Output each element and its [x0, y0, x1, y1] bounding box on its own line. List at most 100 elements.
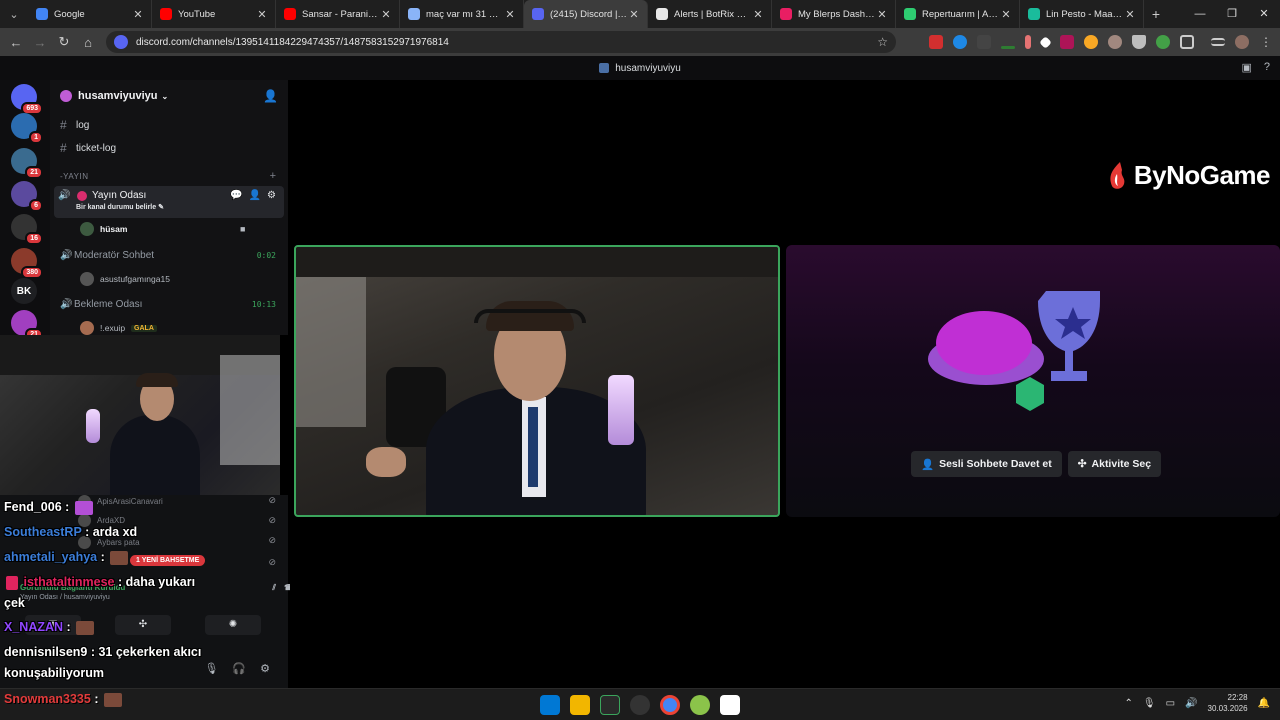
extension-icon[interactable] [1001, 45, 1015, 49]
close-icon[interactable]: ✕ [379, 8, 393, 21]
close-icon[interactable]: ✕ [875, 8, 889, 21]
guild-tag: GALA [131, 324, 157, 332]
category-label[interactable]: -YAYIN [60, 172, 88, 181]
network-icon[interactable]: ▭ [1166, 698, 1175, 709]
voice-channel-bekleme[interactable]: 🔊 Bekleme Odası 10:13 [50, 299, 288, 310]
microphone-icon[interactable]: 🎙 [204, 662, 218, 675]
microphone-tray-icon[interactable]: 🎙 [1143, 698, 1156, 709]
start-icon[interactable] [540, 695, 560, 715]
voice-user[interactable]: !.exuip GALA [80, 321, 157, 335]
gear-icon[interactable]: ⚙ [260, 662, 270, 675]
browser-tab[interactable]: Lin Pesto - Maazallah✕ [1020, 0, 1144, 28]
home-button[interactable]: ⌂ [76, 35, 100, 50]
soundboard-button[interactable]: ✺ [205, 615, 261, 635]
site-info-icon[interactable] [114, 35, 128, 49]
shield-extension-icon[interactable] [1132, 35, 1146, 49]
extension-icon[interactable] [1108, 35, 1122, 49]
server-icon[interactable]: 21 [11, 148, 43, 179]
browser-tab[interactable]: (2415) Discord | 🔴 ⊙✕ [524, 0, 648, 28]
activity-button[interactable]: ✣ [115, 615, 171, 635]
tab-search-icon[interactable]: ⌄ [0, 0, 28, 28]
channel-ticket-log[interactable]: # ticket-log [50, 141, 288, 155]
browser-tab[interactable]: maç var mı 31 ayın -✕ [400, 0, 524, 28]
noise-suppression-icon[interactable]: ⫽ [272, 583, 276, 593]
help-icon[interactable]: ? [1264, 61, 1270, 74]
chat-text: konuşabiliyorum [4, 666, 105, 680]
new-tab-button[interactable]: + [1144, 6, 1168, 22]
chat-message: dennisnilsen9 : 31 çekerken akıcı [4, 645, 201, 659]
extension-icon[interactable] [1156, 35, 1170, 49]
terminal-icon[interactable] [600, 695, 620, 715]
voice-user[interactable]: hüsam ■ [80, 222, 245, 236]
browser-tab[interactable]: Alerts | BotRix — Clo✕ [648, 0, 772, 28]
invite-to-voice-button[interactable]: 👤 Sesli Sohbete Davet et [911, 451, 1062, 477]
chrome-icon[interactable] [660, 695, 680, 715]
browser-tab[interactable]: YouTube ✕ [152, 0, 276, 28]
browser-tab[interactable]: My Blerps Dashboard✕ [772, 0, 896, 28]
reading-list-icon[interactable] [1211, 38, 1225, 46]
app-icon[interactable] [690, 695, 710, 715]
profile-avatar[interactable] [1235, 35, 1249, 49]
server-icon[interactable]: 6 [11, 181, 43, 212]
voice-channel-moderator[interactable]: 🔊 Moderatör Sohbet 0:02 [50, 250, 288, 261]
extension-icon[interactable] [953, 35, 967, 49]
obs-icon[interactable] [630, 695, 650, 715]
inbox-icon[interactable]: ▣ [1241, 61, 1251, 74]
choose-activity-button[interactable]: ✣ Aktivite Seç [1067, 451, 1162, 477]
channel-log[interactable]: # log [50, 118, 288, 132]
server-icon[interactable]: 21 [11, 310, 43, 341]
extension-icon[interactable] [977, 35, 991, 49]
browser-tab[interactable]: Sansar - Parani Verdi✕ [276, 0, 400, 28]
browser-tab[interactable]: Repertuarım | Akor, T✕ [896, 0, 1020, 28]
server-icon[interactable]: BK [11, 278, 37, 304]
maximize-button[interactable]: ❐ [1216, 0, 1248, 28]
forward-button[interactable]: → [28, 35, 52, 50]
close-icon[interactable]: ✕ [627, 8, 641, 21]
channel-status-text[interactable]: Bir kanal durumu belirle ✎ [76, 203, 284, 211]
capcut-icon[interactable] [720, 695, 740, 715]
server-icon[interactable]: 380 [11, 248, 43, 279]
close-icon[interactable]: ✕ [131, 8, 145, 21]
server-icon[interactable]: 16 [11, 214, 43, 245]
headset-icon[interactable]: 🎧 [232, 662, 246, 675]
volume-icon[interactable]: 🔊 [1185, 698, 1197, 709]
browser-menu-icon[interactable]: ⋮ [1260, 35, 1272, 49]
extension-icon[interactable] [1025, 35, 1031, 49]
server-header[interactable]: husamviyuviyu ⌄ 👤 [50, 80, 288, 112]
minimize-button[interactable]: — [1184, 0, 1216, 28]
chevron-up-icon[interactable]: ⌃ [1125, 698, 1133, 709]
chat-icon[interactable]: 💬 [230, 190, 242, 201]
close-icon[interactable]: ✕ [1123, 8, 1137, 21]
voice-user[interactable]: asustufgamınga15 [80, 272, 170, 286]
browser-tab[interactable]: Google ✕ [28, 0, 152, 28]
close-icon[interactable]: ✕ [999, 8, 1013, 21]
url-input[interactable]: discord.com/channels/1395141184229474357… [106, 31, 896, 53]
server-icon[interactable]: 1 [11, 113, 43, 144]
adblock-extension-icon[interactable] [929, 35, 943, 49]
main-webcam-tile[interactable] [294, 245, 780, 517]
close-icon[interactable]: ✕ [255, 8, 269, 21]
file-explorer-icon[interactable] [570, 695, 590, 715]
invite-people-icon[interactable]: 👤 [263, 89, 278, 103]
bookmark-star-icon[interactable]: ☆ [877, 35, 888, 49]
voice-channel-yayin-odasi[interactable]: 🔊 Yayın Odası Bir kanal durumu belirle ✎… [54, 186, 284, 218]
extensions-puzzle-icon[interactable] [1180, 35, 1194, 49]
notifications-icon[interactable]: 🔔 [1258, 698, 1270, 709]
clock[interactable]: 22:28 30.03.2026 [1208, 692, 1248, 714]
gear-icon[interactable]: ⚙ [267, 190, 276, 201]
extension-icon[interactable] [1060, 35, 1074, 49]
reload-button[interactable]: ↻ [52, 34, 76, 50]
chat-text: : arda xd [85, 525, 138, 539]
extension-icon[interactable] [1039, 35, 1052, 49]
username: hüsam [100, 224, 128, 234]
close-icon[interactable]: ✕ [751, 8, 765, 21]
server-icon[interactable]: 693 [11, 84, 43, 115]
extension-icon[interactable] [1084, 35, 1098, 49]
tab-favicon-icon [1028, 8, 1040, 20]
back-button[interactable]: ← [4, 35, 28, 50]
close-window-button[interactable]: ✕ [1248, 0, 1280, 28]
new-mention-badge[interactable]: 1 YENİ BAHSETME [130, 555, 206, 566]
add-channel-icon[interactable]: + [270, 170, 276, 182]
invite-icon[interactable]: 👤 [249, 190, 261, 201]
close-icon[interactable]: ✕ [503, 8, 517, 21]
